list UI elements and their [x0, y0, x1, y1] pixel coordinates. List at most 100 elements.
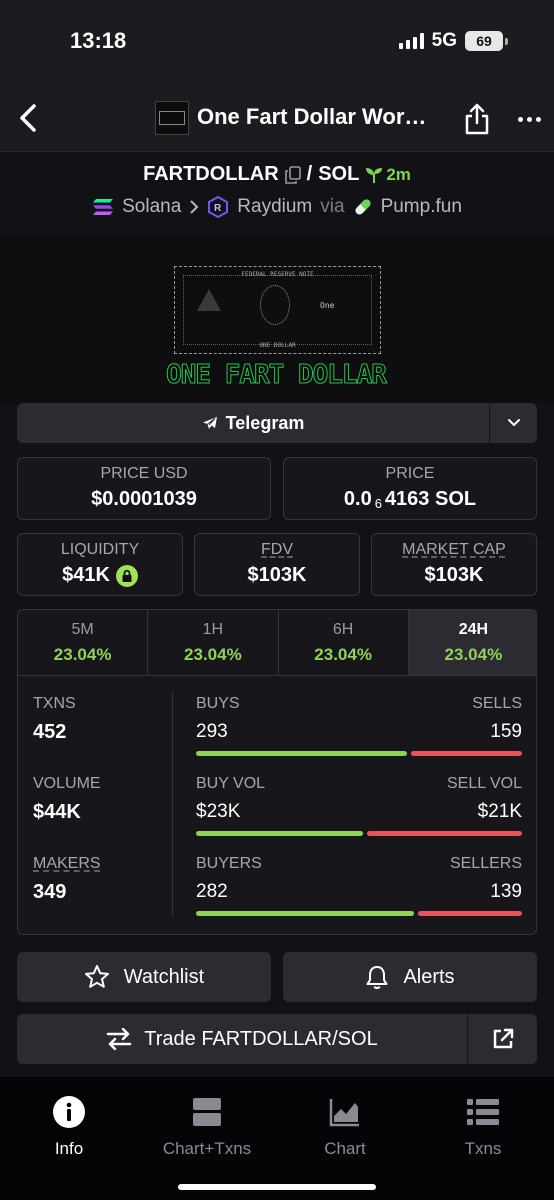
volume-stat: VOLUME $44K: [33, 775, 173, 824]
makers-label[interactable]: MAKERS: [33, 855, 173, 873]
copy-icon[interactable]: [284, 165, 301, 184]
dex-name[interactable]: Raydium: [237, 196, 312, 218]
watchlist-label: Watchlist: [123, 965, 205, 988]
fdv-label[interactable]: FDV: [195, 541, 359, 559]
sellers-bar: [418, 911, 522, 916]
market-cap-box: MARKET CAP $103K: [371, 533, 537, 596]
txns-label: TXNS: [33, 695, 76, 712]
trade-button[interactable]: Trade FARTDOLLAR/SOL: [17, 1014, 467, 1064]
sprout-icon: [366, 167, 383, 183]
bill-center-text: One: [320, 301, 335, 310]
liquidity-value: $41K: [62, 564, 110, 586]
signal-icon: [398, 33, 424, 49]
swap-icon: [107, 1028, 132, 1050]
timeframe-panel: 5M 23.04% 1H 23.04% 6H 23.04% 24H 23.04%…: [17, 609, 537, 935]
app-header: One Fart Dollar Wor…: [0, 86, 554, 152]
buys-bar: [196, 751, 407, 756]
txns-value: 452: [33, 721, 67, 743]
status-bar: 13:18 5G 69: [0, 0, 554, 86]
tab-24h[interactable]: 24H 23.04%: [408, 610, 536, 675]
socials-bar: Telegram: [17, 403, 537, 443]
sellers-label: SELLERS: [449, 855, 522, 872]
nav-chart-txns[interactable]: Chart+Txns: [138, 1095, 276, 1159]
buy-vol-value: $23K: [196, 801, 241, 822]
token-banner: FEDERAL RESERVE NOTE One ONE DOLLAR ONE …: [0, 236, 554, 404]
list-icon: [467, 1099, 499, 1125]
price-native-suffix: 4163 SOL: [384, 488, 477, 510]
pair-header: FARTDOLLAR / SOL 2m: [0, 163, 554, 186]
share-button[interactable]: [460, 100, 494, 138]
raydium-icon: R: [208, 196, 229, 218]
volume-label: VOLUME: [33, 775, 101, 792]
sellers-value: 139: [490, 881, 522, 902]
star-icon: [84, 965, 109, 988]
dollar-bill-art: FEDERAL RESERVE NOTE One ONE DOLLAR: [174, 266, 381, 354]
price-usd-box: PRICE USD $0.0001039: [17, 457, 271, 520]
tab-label: 24H: [458, 621, 489, 638]
price-native-box: PRICE 0.0 6 4163 SOL: [283, 457, 537, 520]
liquidity-box: LIQUIDITY $41K: [17, 533, 183, 596]
price-native-prefix: 0.0: [343, 488, 372, 510]
telegram-label: Telegram: [225, 412, 305, 433]
volume-bar: [196, 831, 522, 836]
tab-change: 23.04%: [314, 645, 372, 664]
nav-chart-txns-label: Chart+Txns: [162, 1139, 252, 1158]
sell-vol-bar: [367, 831, 522, 836]
pair-age-value: 2m: [386, 164, 411, 184]
trade-bar: Trade FARTDOLLAR/SOL: [17, 1014, 537, 1064]
nav-chart[interactable]: Chart: [276, 1095, 414, 1159]
fdv-box: FDV $103K: [194, 533, 360, 596]
socials-expand-button[interactable]: [490, 403, 537, 443]
tab-6h[interactable]: 6H 23.04%: [279, 610, 409, 675]
price-usd-value: $0.0001039: [91, 488, 197, 510]
back-button[interactable]: [8, 98, 48, 138]
buys-value: 293: [196, 721, 228, 742]
chevron-left-icon: [20, 104, 36, 132]
tab-change: 23.04%: [53, 645, 112, 664]
tab-change: 23.04%: [184, 645, 242, 664]
chart-icon: [329, 1099, 359, 1127]
bell-icon: [366, 966, 388, 989]
alerts-label: Alerts: [403, 965, 455, 988]
price-native-value: 0.0 6 4163 SOL: [284, 488, 536, 511]
telegram-icon: [202, 417, 217, 429]
status-icons: 5G 69: [398, 30, 508, 52]
buyers-value: 282: [196, 881, 228, 902]
tab-label: 6H: [332, 621, 354, 638]
pill-icon: [355, 199, 371, 215]
share-icon: [465, 103, 489, 135]
price-native-label: PRICE: [385, 465, 435, 482]
network-type: 5G: [431, 30, 457, 51]
nav-info[interactable]: Info: [0, 1095, 138, 1159]
tab-1h[interactable]: 1H 23.04%: [148, 610, 279, 675]
chain-name[interactable]: Solana: [122, 196, 181, 218]
trade-label: Trade FARTDOLLAR/SOL: [144, 1027, 378, 1050]
pair-base-symbol: FARTDOLLAR: [143, 163, 279, 185]
liquidity-label: LIQUIDITY: [60, 541, 140, 558]
telegram-button[interactable]: Telegram: [17, 403, 489, 443]
txns-stat: TXNS 452: [33, 695, 173, 744]
pair-age: 2m: [365, 165, 411, 185]
battery-cap: [505, 37, 508, 45]
lock-icon[interactable]: [115, 564, 138, 587]
sell-vol-value: $21K: [477, 801, 522, 822]
sells-bar: [411, 751, 522, 756]
buys-sells-bar: [196, 751, 522, 756]
pair-quote-symbol: SOL: [318, 163, 360, 185]
launchpad-name[interactable]: Pump.fun: [381, 196, 462, 218]
external-trade-button[interactable]: [468, 1014, 537, 1064]
more-options-button[interactable]: [512, 100, 546, 138]
market-cap-label[interactable]: MARKET CAP: [372, 541, 536, 559]
buy-vol-bar: [196, 831, 363, 836]
nav-txns[interactable]: Txns: [414, 1095, 552, 1159]
chart-txns-icon: [193, 1098, 221, 1126]
home-indicator[interactable]: [178, 1184, 376, 1190]
alerts-button[interactable]: Alerts: [283, 952, 537, 1002]
info-icon: [53, 1096, 85, 1128]
watchlist-button[interactable]: Watchlist: [17, 952, 271, 1002]
bottom-nav: Info Chart+Txns Chart Txns: [0, 1077, 554, 1200]
timeframe-tabs: 5M 23.04% 1H 23.04% 6H 23.04% 24H 23.04%: [18, 610, 536, 676]
tab-change: 23.04%: [444, 645, 503, 664]
chain-breadcrumb: Solana R Raydium via Pump.fun: [0, 196, 554, 218]
tab-5m[interactable]: 5M 23.04%: [18, 610, 149, 675]
